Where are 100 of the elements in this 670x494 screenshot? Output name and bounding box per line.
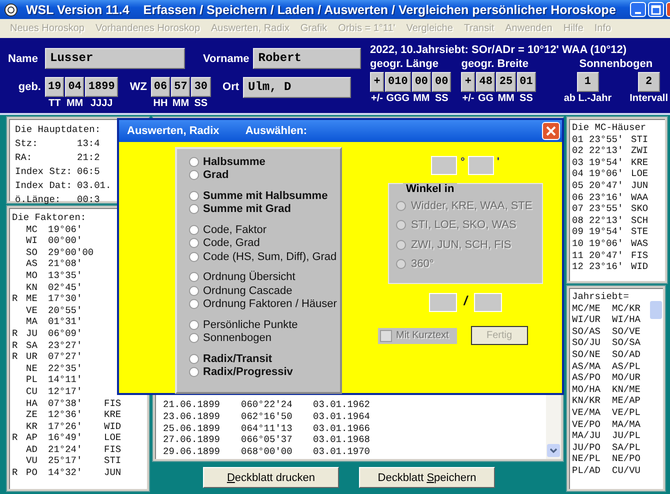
factor-degree: 12°36': [48, 409, 84, 421]
number-field[interactable]: 1: [576, 72, 599, 92]
unit-label: MM: [66, 98, 84, 109]
factor-code: SO: [26, 246, 38, 258]
pair-cell: MA/MA: [612, 418, 641, 430]
radio-button[interactable]: [189, 272, 199, 282]
number-field[interactable]: 2: [638, 72, 660, 92]
option-label[interactable]: Code, Faktor: [203, 224, 267, 236]
radio-button[interactable]: [189, 170, 199, 180]
date-field[interactable]: 19: [45, 77, 64, 97]
factor-code: KN: [26, 282, 38, 294]
option-label[interactable]: Persönliche Punkte: [203, 318, 298, 331]
pair-cell-text: VE/MA: [572, 406, 602, 419]
house-degree: 19°06': [589, 168, 624, 180]
factor-code: ME: [26, 293, 38, 305]
radio-button[interactable]: [189, 156, 199, 167]
data-label: Stz:: [15, 137, 39, 151]
pair-cell-text: SO/NE: [572, 348, 602, 361]
house-number: 01: [572, 134, 584, 146]
option-label[interactable]: Summe mit Grad: [203, 203, 292, 216]
coordinate-field[interactable]: 00: [432, 72, 452, 92]
radio-button[interactable]: [189, 224, 199, 235]
coordinate-field[interactable]: 25: [496, 72, 516, 92]
scrollbar-thumb[interactable]: [650, 301, 662, 319]
option-label[interactable]: Code (HS, Sum, Diff), Grad: [203, 250, 337, 263]
maximize-button[interactable]: [648, 2, 664, 17]
first-name-field[interactable]: Robert: [253, 48, 362, 69]
jahrsiebt-info: 2022, 10.Jahrsiebt: SOr/ADr = 10°12' WAA (10°12): [370, 44, 628, 56]
radio-button[interactable]: [189, 299, 199, 310]
radio-button[interactable]: [189, 367, 199, 378]
factor-degree: 01°31': [48, 316, 84, 328]
coordinate-field[interactable]: +: [370, 72, 384, 92]
radio-button[interactable]: [189, 204, 199, 214]
date-field[interactable]: 04: [65, 77, 84, 97]
pair-cell: AS/PL: [612, 360, 641, 372]
pair-cell-text: VE/PO: [572, 418, 602, 430]
pair-cell: KN/ME: [612, 384, 641, 396]
factor-degree: 22°35': [48, 362, 84, 374]
radio-button[interactable]: [189, 286, 199, 296]
radio-button[interactable]: [189, 238, 199, 248]
time-field[interactable]: 30: [191, 77, 211, 97]
scroll-down-icon[interactable]: [547, 444, 560, 457]
data-label: Index Stz:: [15, 165, 74, 179]
data-value: 06:5: [77, 165, 101, 179]
place-field[interactable]: Ulm, D: [243, 77, 352, 98]
degree-field[interactable]: [431, 156, 458, 175]
factor-code: NE: [26, 362, 38, 374]
time-field[interactable]: 57: [171, 77, 190, 97]
option-label[interactable]: Summe mit Halbsumme: [203, 190, 328, 202]
group-label: geogr. Länge: [370, 58, 440, 70]
pair-cell-text: AS/MA: [572, 360, 602, 372]
house-degree: 23°16': [589, 261, 624, 273]
coordinate-field[interactable]: 010: [385, 72, 411, 92]
option-label[interactable]: Radix/Progressiv: [203, 366, 293, 378]
option-label[interactable]: Sonnenbogen: [203, 332, 272, 344]
panel-title: Die Faktoren:: [12, 212, 88, 224]
ratio-field[interactable]: [474, 293, 502, 312]
radio-button[interactable]: [189, 252, 199, 262]
minimize-button[interactable]: [630, 2, 646, 17]
coordinate-field[interactable]: 00: [412, 72, 432, 92]
option-label[interactable]: Code, Grad: [203, 237, 260, 250]
factor-code: HA: [26, 398, 38, 410]
close-button[interactable]: [542, 122, 560, 140]
radio-button[interactable]: [189, 333, 199, 344]
radio-button[interactable]: [189, 190, 199, 201]
option-label[interactable]: Radix/Transit: [203, 352, 272, 365]
pair-cell-text: WI/UR: [572, 314, 602, 326]
unit-label: Intervall: [630, 93, 668, 104]
house-degree: 20°47': [589, 250, 624, 262]
time-field[interactable]: 06: [150, 77, 170, 97]
group-title: Winkel in: [403, 183, 458, 195]
radio-button[interactable]: [189, 354, 199, 364]
list-cell-text: 25.06.1899: [163, 422, 222, 434]
radio-button[interactable]: [189, 320, 199, 330]
factor-sign: LOE: [104, 432, 122, 444]
option-label[interactable]: Grad: [203, 169, 229, 182]
cover-sheet-button[interactable]: Deckblatt drucken: [203, 467, 339, 488]
coordinate-field[interactable]: 01: [516, 72, 536, 92]
option-label[interactable]: Ordnung Übersicht: [203, 271, 296, 284]
list-cell: 03.01.1966: [313, 422, 370, 434]
house-sign: LOE: [631, 168, 650, 180]
ratio-field[interactable]: [428, 293, 457, 312]
unit-label: +/-: [462, 93, 474, 104]
pair-cell: CU/VU: [612, 464, 641, 476]
cover-sheet-button[interactable]: Deckblatt Speichern: [359, 467, 495, 488]
minute-field[interactable]: [468, 156, 494, 175]
name-field[interactable]: Lusser: [45, 48, 185, 69]
date-field[interactable]: 1899: [85, 77, 118, 97]
coordinate-field[interactable]: +: [461, 72, 476, 92]
option-label[interactable]: Halbsumme: [203, 156, 266, 168]
coordinate-field[interactable]: 48: [476, 72, 496, 92]
factor-code: AP: [26, 432, 38, 444]
group-label: geogr. Breite: [461, 58, 530, 70]
factor-degree: 13°35': [48, 270, 84, 282]
factor-code: CU: [26, 386, 38, 398]
option-label[interactable]: Ordnung Cascade: [203, 284, 292, 297]
option-label[interactable]: Ordnung Faktoren / Häuser: [203, 298, 337, 310]
factor-degree: 14°11': [48, 374, 84, 386]
house-number: 11: [572, 250, 584, 262]
factor-sign: FIS: [104, 444, 122, 455]
